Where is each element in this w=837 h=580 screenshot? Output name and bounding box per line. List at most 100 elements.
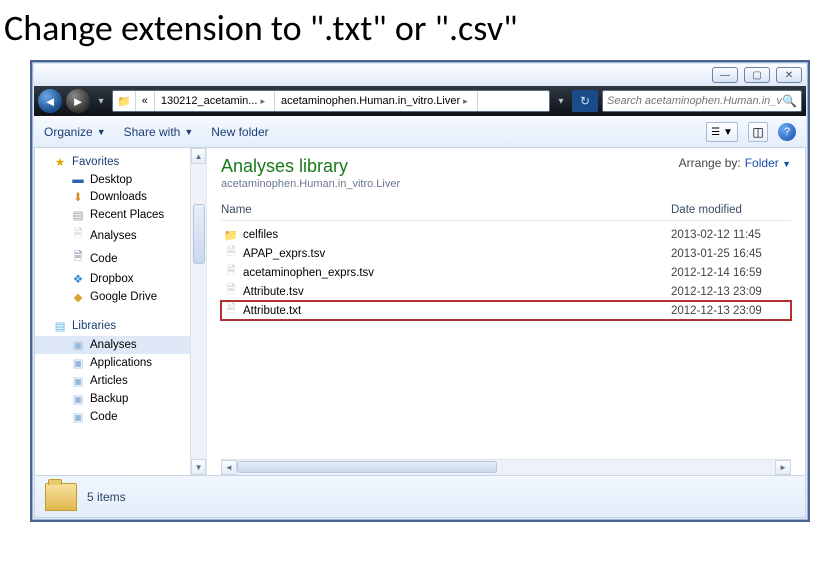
- file-name: celfiles: [241, 229, 671, 241]
- address-bar[interactable]: 📁 « 130212_acetamin...▸ acetaminophen.Hu…: [112, 90, 550, 112]
- sidebar: ★ Favorites ▬Desktop⬇Downloads ▤ Recent Pl…: [35, 148, 190, 475]
- sidebar-item-backup[interactable]: ▣ Backup: [35, 390, 190, 408]
- file-date: 2012-12-13 23:09: [671, 305, 791, 317]
- folder-icon: [45, 483, 77, 511]
- forward-button[interactable]: ►: [66, 89, 90, 113]
- search-box[interactable]: 🔍: [602, 90, 802, 112]
- scroll-left-button[interactable]: ◄: [221, 460, 237, 475]
- file-date: 2013-01-25 16:45: [671, 248, 791, 260]
- file-row[interactable]: 🗎acetaminophen_exprs.tsv2012-12-14 16:59: [221, 263, 791, 282]
- breadcrumb-seg-1[interactable]: acetaminophen.Human.in_vitro.Liver▸: [275, 91, 478, 111]
- library-subtitle: acetaminophen.Human.in_vitro.Liver: [221, 178, 400, 190]
- favorites-label: Favorites: [72, 156, 119, 168]
- chevron-down-icon: ▼: [97, 127, 106, 137]
- view-icon: ☰: [711, 127, 720, 138]
- scroll-thumb[interactable]: [193, 204, 205, 264]
- chevron-right-icon: ▸: [257, 96, 268, 107]
- favorites-header[interactable]: ★ Favorites: [35, 152, 190, 172]
- sidebar-item-google-drive[interactable]: ◆ Google Drive: [35, 288, 190, 306]
- library-title: Analyses library: [221, 156, 400, 177]
- status-text: 5 items: [87, 490, 126, 504]
- folder-icon: 📁: [113, 91, 136, 111]
- close-button[interactable]: ✕: [776, 67, 802, 83]
- file-row[interactable]: 🗎Attribute.tsv2012-12-13 23:09: [221, 282, 791, 301]
- sidebar-item-dropbox[interactable]: ❖Dropbox: [35, 270, 190, 288]
- column-date[interactable]: Date modified: [671, 204, 791, 216]
- sidebar-item-analyses[interactable]: 🗎 Analyses: [35, 224, 190, 247]
- title-bar: — ▢ ✕: [34, 64, 806, 86]
- sidebar-item-articles[interactable]: ▣Articles: [35, 372, 190, 390]
- sidebar-item-downloads[interactable]: ⬇Downloads: [35, 188, 190, 206]
- libraries-header[interactable]: ▤ Libraries: [35, 316, 190, 336]
- item-icon: ◆: [71, 290, 85, 304]
- scroll-up-button[interactable]: ▲: [191, 148, 206, 164]
- file-row[interactable]: 🗎APAP_exprs.tsv2013-01-25 16:45: [221, 244, 791, 263]
- library-icon: ▣: [71, 392, 85, 406]
- item-label: Applications: [90, 357, 152, 369]
- item-icon: 🗎: [71, 226, 85, 245]
- arrange-value-text: Folder: [745, 156, 779, 170]
- preview-pane-button[interactable]: ◫: [748, 122, 768, 142]
- file-row[interactable]: 📁celfiles2013-02-12 11:45: [221, 225, 791, 244]
- arrange-value[interactable]: Folder ▼: [745, 156, 791, 170]
- tool-bar: Organize▼ Share with▼ New folder ☰▼ ◫ ?: [34, 116, 806, 148]
- scroll-down-button[interactable]: ▼: [191, 459, 206, 475]
- sidebar-item-code[interactable]: ▣Code: [35, 408, 190, 426]
- address-dropdown[interactable]: ▾: [554, 96, 568, 107]
- breadcrumb-chevrons[interactable]: «: [136, 91, 155, 111]
- folder-icon: 📁: [221, 228, 241, 242]
- back-button[interactable]: ◄: [38, 89, 62, 113]
- minimize-button[interactable]: —: [712, 67, 738, 83]
- file-row[interactable]: 🗎Attribute.txt2012-12-13 23:09: [221, 301, 791, 320]
- history-dropdown[interactable]: ▾: [94, 96, 108, 107]
- horizontal-scrollbar[interactable]: ◄ ►: [221, 459, 791, 475]
- file-name: Attribute.txt: [241, 305, 671, 317]
- sidebar-item-analyses[interactable]: ▣Analyses: [35, 336, 190, 354]
- item-label: Analyses: [90, 230, 137, 242]
- sidebar-item-desktop[interactable]: ▬Desktop: [35, 172, 190, 188]
- arrange-by: Arrange by: Folder ▼: [679, 156, 791, 170]
- doc-icon: 🗎: [221, 263, 241, 282]
- main-panel: Analyses library acetaminophen.Human.in_…: [207, 148, 805, 475]
- doc-icon: 🗎: [221, 244, 241, 263]
- item-label: Desktop: [90, 174, 132, 186]
- item-icon: ⬇: [71, 190, 85, 204]
- arrange-label: Arrange by:: [679, 156, 741, 170]
- share-button[interactable]: Share with▼: [124, 125, 194, 139]
- item-label: Recent Places: [90, 209, 164, 221]
- sidebar-item-code[interactable]: 🗎Code: [35, 247, 190, 270]
- item-icon: ▤: [71, 208, 85, 222]
- file-list: 📁celfiles2013-02-12 11:45🗎APAP_exprs.tsv…: [221, 225, 791, 320]
- view-options-button[interactable]: ☰▼: [706, 122, 738, 142]
- library-icon: ▣: [71, 374, 85, 388]
- column-headers: Name Date modified: [221, 204, 791, 221]
- body-area: ★ Favorites ▬Desktop⬇Downloads ▤ Recent Pl…: [34, 148, 806, 476]
- library-icon: ▣: [71, 338, 85, 352]
- scroll-right-button[interactable]: ►: [775, 460, 791, 475]
- search-input[interactable]: [607, 95, 782, 107]
- item-icon: 🗎: [71, 249, 85, 268]
- maximize-button[interactable]: ▢: [744, 67, 770, 83]
- refresh-button[interactable]: ↻: [572, 90, 598, 112]
- item-label: Backup: [90, 393, 128, 405]
- file-name: APAP_exprs.tsv: [241, 248, 671, 260]
- help-button[interactable]: ?: [778, 123, 796, 141]
- hscroll-track[interactable]: [237, 460, 775, 475]
- hscroll-thumb[interactable]: [237, 461, 497, 473]
- star-icon: ★: [53, 155, 67, 169]
- sidebar-item-applications[interactable]: ▣Applications: [35, 354, 190, 372]
- chevron-down-icon: ▼: [184, 127, 193, 137]
- sidebar-item-recent-places[interactable]: ▤ Recent Places: [35, 206, 190, 224]
- organize-button[interactable]: Organize▼: [44, 125, 106, 139]
- item-label: Google Drive: [90, 291, 157, 303]
- library-icon: ▣: [71, 410, 85, 424]
- breadcrumb-label: acetaminophen.Human.in_vitro.Liver: [281, 95, 460, 107]
- sidebar-scrollbar[interactable]: ▲ ▼: [190, 148, 206, 475]
- column-name[interactable]: Name: [221, 204, 671, 216]
- new-folder-button[interactable]: New folder: [211, 125, 268, 139]
- file-date: 2012-12-14 16:59: [671, 267, 791, 279]
- file-name: acetaminophen_exprs.tsv: [241, 267, 671, 279]
- breadcrumb-seg-0[interactable]: 130212_acetamin...▸: [155, 91, 275, 111]
- libraries-label: Libraries: [72, 320, 116, 332]
- file-date: 2013-02-12 11:45: [671, 229, 791, 241]
